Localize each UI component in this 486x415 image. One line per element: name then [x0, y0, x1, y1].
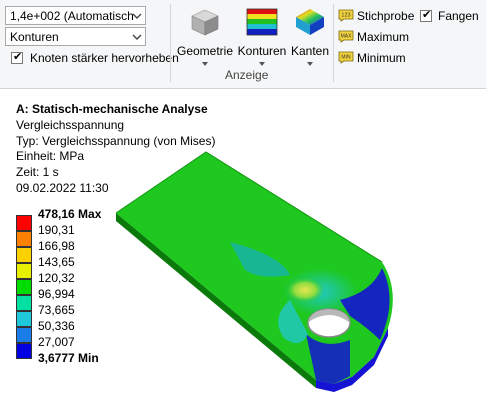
- result-name: Vergleichsspannung: [16, 117, 125, 132]
- svg-text:MIN: MIN: [341, 55, 351, 61]
- geometry-button-label: Geometrie: [176, 44, 234, 58]
- max-icon: MAX: [338, 30, 354, 43]
- legend-min-label: 3,6777 Min: [38, 351, 99, 365]
- min-icon: MIN: [338, 51, 354, 64]
- separator: [333, 4, 334, 82]
- snap-checkbox[interactable]: ✔: [420, 9, 432, 22]
- legend-swatch: [16, 311, 32, 327]
- probe-icon: 123: [338, 9, 354, 22]
- legend-swatch: [16, 343, 32, 359]
- minimum-button[interactable]: MIN Minimum: [338, 50, 416, 66]
- checkmark-icon: ✔: [422, 9, 432, 21]
- chevron-down-icon: [132, 34, 142, 40]
- ribbon-toolbar: 1,4e+002 (Automatisch Konturen ✔ Knoten …: [0, 0, 486, 89]
- display-group-label: Anzeige: [225, 68, 269, 82]
- dropdown-arrow-icon: [259, 62, 265, 66]
- legend-swatch: [16, 327, 32, 343]
- edges-button[interactable]: Kanten: [289, 4, 331, 68]
- legend-value: 73,665: [38, 303, 75, 317]
- legend-swatch: [16, 231, 32, 247]
- legend-value: 50,336: [38, 319, 75, 333]
- legend-swatch: [16, 215, 32, 231]
- separator: [170, 4, 171, 82]
- stress-hotspot: [285, 277, 325, 303]
- display-combo[interactable]: Konturen: [5, 27, 146, 46]
- maximum-button-label: Maximum: [357, 30, 410, 44]
- snap-label: Fangen: [438, 9, 479, 23]
- highlight-nodes-checkbox[interactable]: ✔: [11, 51, 23, 64]
- probe-button[interactable]: 123 Stichprobe: [338, 8, 416, 24]
- maximum-button[interactable]: MAX Maximum: [338, 29, 416, 45]
- legend-value: 120,32: [38, 271, 75, 285]
- contours-button[interactable]: Konturen: [235, 4, 289, 68]
- checkmark-icon: ✔: [13, 51, 23, 63]
- legend-swatch: [16, 263, 32, 279]
- dropdown-arrow-icon: [307, 62, 313, 66]
- svg-text:MAX: MAX: [341, 34, 353, 40]
- legend-value: 27,007: [38, 335, 75, 349]
- scale-combo-value: 1,4e+002 (Automatisch: [10, 9, 134, 23]
- dropdown-arrow-icon: [202, 62, 208, 66]
- minimum-button-label: Minimum: [357, 51, 406, 65]
- probe-button-label: Stichprobe: [357, 9, 415, 23]
- legend-value: 96,994: [38, 287, 75, 301]
- legend-max-label: 478,16 Max: [38, 207, 102, 221]
- geometry-button[interactable]: Geometrie: [175, 4, 235, 68]
- result-type: Typ: Vergleichsspannung (von Mises): [16, 133, 216, 148]
- legend-value: 166,98: [38, 239, 75, 253]
- geometry-cube-icon: [191, 9, 219, 36]
- legend-swatch: [16, 279, 32, 295]
- analysis-title: A: Statisch-mechanische Analyse: [16, 102, 208, 116]
- display-combo-value: Konturen: [10, 30, 59, 44]
- legend-swatch: [16, 247, 32, 263]
- legend-value: 143,65: [38, 255, 75, 269]
- edges-gradient-icon: [296, 9, 324, 35]
- edges-button-label: Kanten: [290, 44, 330, 58]
- highlight-nodes-label: Knoten stärker hervorheben: [30, 51, 179, 65]
- chevron-down-icon: [132, 13, 142, 19]
- legend-value: 190,31: [38, 223, 75, 237]
- legend-swatch: [16, 295, 32, 311]
- contours-button-label: Konturen: [237, 44, 287, 58]
- stress-contour-model[interactable]: [110, 150, 486, 395]
- scale-combo[interactable]: 1,4e+002 (Automatisch: [5, 6, 146, 25]
- svg-text:123: 123: [341, 13, 350, 19]
- contour-bands-icon: [246, 8, 278, 36]
